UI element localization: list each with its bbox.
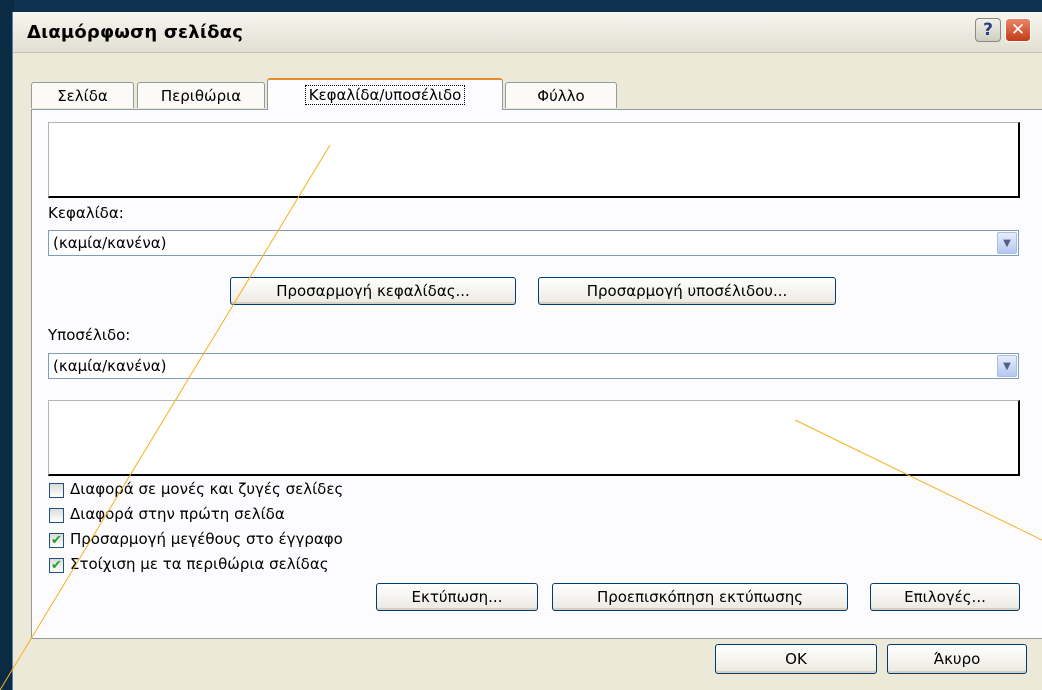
scale-with-document-checkbox[interactable]: ✔	[49, 533, 64, 548]
title-bar[interactable]: Διαμόρφωση σελίδας ? ✕	[13, 12, 1042, 53]
footer-select[interactable]: (καμία/κανένα) ▼	[48, 353, 1019, 379]
odd-even-checkbox[interactable]	[49, 483, 64, 498]
tab-header-footer[interactable]: Κεφαλίδα/υποσέλιδο	[267, 78, 503, 110]
align-margins-label[interactable]: Στοίχιση με τα περιθώρια σελίδας	[70, 555, 329, 573]
help-button[interactable]: ?	[975, 18, 1001, 42]
options-button[interactable]: Επιλογές...	[870, 583, 1020, 611]
tab-page[interactable]: Σελίδα	[31, 82, 134, 108]
header-preview	[48, 122, 1020, 198]
checkmark-icon: ✔	[51, 533, 62, 548]
header-select[interactable]: (καμία/κανένα) ▼	[48, 230, 1019, 256]
checkmark-icon: ✔	[51, 558, 62, 573]
cancel-button[interactable]: Άκυρο	[887, 644, 1027, 674]
customize-header-button[interactable]: Προσαρμογή κεφαλίδας...	[230, 277, 516, 305]
header-label: Κεφαλίδα:	[48, 204, 124, 222]
chevron-down-icon[interactable]: ▼	[997, 355, 1017, 377]
footer-select-value: (καμία/κανένα)	[53, 357, 167, 375]
print-button[interactable]: Εκτύπωση...	[376, 583, 538, 611]
footer-label: Υποσέλιδο:	[48, 326, 131, 344]
customize-footer-button[interactable]: Προσαρμογή υποσέλιδου...	[538, 277, 836, 305]
header-footer-panel: Κεφαλίδα: (καμία/κανένα) ▼ Προσαρμογή κε…	[31, 109, 1042, 639]
chevron-down-icon[interactable]: ▼	[997, 232, 1017, 254]
close-button[interactable]: ✕	[1005, 18, 1031, 42]
footer-preview	[48, 400, 1020, 476]
tab-sheet[interactable]: Φύλλο	[505, 82, 617, 108]
align-margins-checkbox[interactable]: ✔	[49, 558, 64, 573]
scale-with-document-label[interactable]: Προσαρμογή μεγέθους στο έγγραφο	[70, 530, 343, 548]
print-preview-button[interactable]: Προεπισκόπηση εκτύπωσης	[552, 583, 848, 611]
ok-button[interactable]: OK	[715, 644, 877, 674]
tab-margins[interactable]: Περιθώρια	[137, 82, 265, 108]
dialog-title: Διαμόρφωση σελίδας	[27, 22, 244, 43]
page-setup-dialog: Διαμόρφωση σελίδας ? ✕ Σελίδα Περιθώρια …	[12, 12, 1042, 690]
first-page-checkbox[interactable]	[49, 508, 64, 523]
first-page-label[interactable]: Διαφορά στην πρώτη σελίδα	[70, 505, 285, 523]
odd-even-label[interactable]: Διαφορά σε μονές και ζυγές σελίδες	[70, 480, 343, 498]
header-select-value: (καμία/κανένα)	[53, 234, 167, 252]
